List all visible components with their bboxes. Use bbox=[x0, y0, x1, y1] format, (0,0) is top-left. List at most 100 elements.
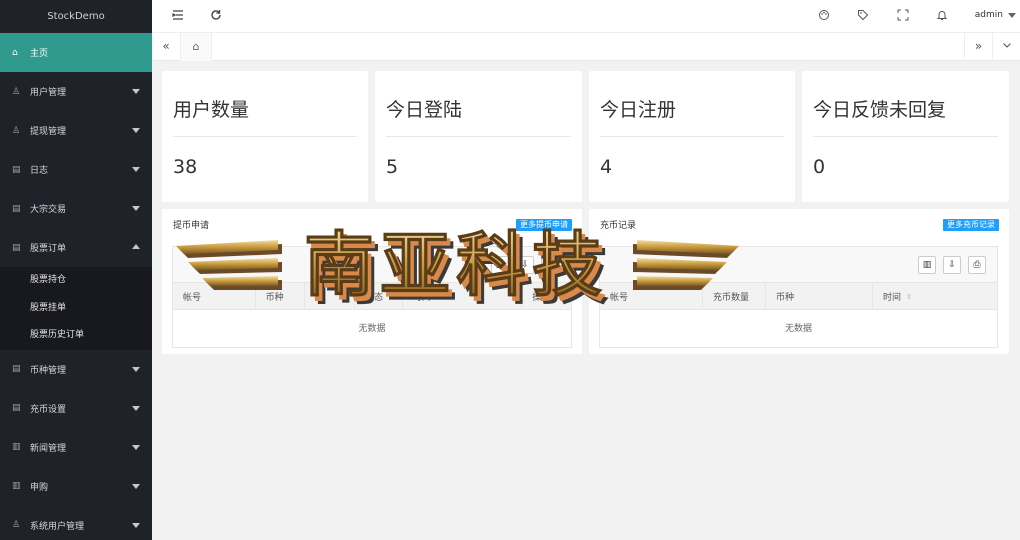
more-recharge-records-button[interactable]: 更多充币记录 bbox=[943, 219, 999, 231]
column-header[interactable]: 币种 bbox=[256, 283, 306, 310]
sidebar-subitem-stock-positions[interactable]: 股票持仓 bbox=[0, 267, 152, 295]
user-name: admin bbox=[974, 10, 1003, 20]
divider bbox=[600, 136, 784, 137]
refresh-icon[interactable] bbox=[210, 9, 222, 24]
sidebar-item-block-trade[interactable]: ▤ 大宗交易 bbox=[0, 189, 152, 228]
column-header-label: 时间 bbox=[883, 293, 902, 303]
divider bbox=[386, 136, 571, 137]
stat-value: 4 bbox=[600, 156, 613, 178]
sidebar-item-log[interactable]: ▤ 日志 bbox=[0, 150, 152, 189]
doc-icon: ▤ bbox=[12, 203, 21, 214]
print-icon[interactable]: ⎙ bbox=[968, 256, 986, 274]
stat-card-users: 用户数量 38 bbox=[162, 71, 368, 202]
sidebar-item-label: 股票订单 bbox=[30, 244, 67, 254]
user-icon: ♙ bbox=[12, 520, 21, 530]
sidebar-item-label: 币种管理 bbox=[30, 365, 67, 376]
app-logo[interactable]: StockDemo bbox=[0, 0, 152, 33]
chevron-down-icon bbox=[132, 444, 140, 450]
more-withdraw-requests-button[interactable]: 更多提币申请 bbox=[516, 219, 572, 231]
column-header[interactable]: 操作 bbox=[522, 283, 571, 310]
theme-palette-icon[interactable] bbox=[818, 9, 830, 24]
doc-icon: ▤ bbox=[12, 242, 21, 253]
column-header[interactable]: 币种 bbox=[766, 283, 873, 310]
sidebar-subitem-stock-history[interactable]: 股票历史订单 bbox=[0, 322, 152, 350]
home-icon: ⌂ bbox=[192, 40, 200, 53]
tabs-scroll-left-icon[interactable]: « bbox=[152, 33, 180, 61]
sidebar-item-news-management[interactable]: ▥ 新闻管理 bbox=[0, 428, 152, 467]
panel-title: 提币申请 bbox=[173, 221, 210, 231]
fullscreen-icon[interactable] bbox=[897, 9, 909, 24]
user-menu[interactable]: admin bbox=[975, 10, 1016, 20]
empty-state: 无数据 bbox=[358, 324, 386, 334]
table-toolbar: ▥ ⇩ ⎙ bbox=[600, 247, 997, 283]
tabs-scroll-right-icon[interactable]: » bbox=[964, 33, 992, 61]
tab-home[interactable]: ⌂ bbox=[180, 33, 212, 61]
chevron-down-icon bbox=[132, 405, 140, 411]
sidebar-item-label: 提现管理 bbox=[30, 127, 67, 137]
column-header[interactable]: 提 bbox=[305, 283, 356, 310]
sidebar-item-home[interactable]: ⌂ 主页 bbox=[0, 33, 152, 72]
withdraw-requests-panel: 提币申请 更多提币申请 ▥ ⇩ ⎙ 帐号 币种 提 状态 时间 操作 无数据 bbox=[162, 209, 582, 354]
chevron-down-icon bbox=[132, 483, 140, 489]
table-toolbar: ▥ ⇩ ⎙ bbox=[173, 247, 571, 283]
tab-bar: « ⌂ » bbox=[152, 33, 1020, 61]
bell-icon[interactable] bbox=[936, 9, 948, 24]
column-header[interactable]: 帐号 bbox=[600, 283, 703, 310]
column-header[interactable]: 充币数量 bbox=[703, 283, 766, 310]
doc-icon: ▤ bbox=[12, 164, 21, 175]
sidebar-item-withdraw-management[interactable]: ♙ 提现管理 bbox=[0, 111, 152, 150]
sidebar-item-stock-orders[interactable]: ▤ 股票订单 bbox=[0, 228, 152, 267]
columns-icon[interactable]: ▥ bbox=[491, 256, 509, 274]
sidebar-item-label: 大宗交易 bbox=[30, 205, 67, 215]
sidebar-item-currency-management[interactable]: ▤ 币种管理 bbox=[0, 350, 152, 389]
sort-icon[interactable]: ⇳ bbox=[906, 293, 912, 301]
home-icon: ⌂ bbox=[12, 47, 18, 58]
tabs-menu-chevron-down-icon[interactable] bbox=[992, 33, 1020, 61]
doc-icon: ▤ bbox=[12, 364, 21, 374]
sidebar-item-label: 用户管理 bbox=[30, 88, 67, 98]
export-icon[interactable]: ⇩ bbox=[943, 256, 961, 274]
sidebar-item-label: 日志 bbox=[30, 166, 49, 176]
stat-title: 用户数量 bbox=[173, 99, 250, 121]
stat-value: 38 bbox=[173, 156, 198, 178]
stock-orders-submenu: 股票持仓 股票挂单 股票历史订单 bbox=[0, 267, 152, 350]
stat-card-unreplied-feedback: 今日反馈未回复 0 bbox=[802, 71, 1009, 202]
chevron-down-icon bbox=[1008, 12, 1016, 18]
export-icon[interactable]: ⇩ bbox=[516, 256, 534, 274]
sidebar: StockDemo ⌂ 主页 ♙ 用户管理 ♙ 提现管理 ▤ 日志 ▤ 大宗交易… bbox=[0, 0, 152, 540]
sidebar-item-label: 新闻管理 bbox=[30, 443, 67, 454]
sidebar-subitem-stock-pending[interactable]: 股票挂单 bbox=[0, 295, 152, 323]
sidebar-item-system-users[interactable]: ♙ 系统用户管理 bbox=[0, 506, 152, 540]
sidebar-item-user-management[interactable]: ♙ 用户管理 bbox=[0, 72, 152, 111]
panel-title: 充币记录 bbox=[600, 221, 637, 231]
columns-icon[interactable]: ▥ bbox=[918, 256, 936, 274]
chevron-up-icon bbox=[132, 244, 140, 249]
chevron-down-icon bbox=[132, 167, 140, 172]
sidebar-item-label: 充币设置 bbox=[30, 404, 67, 415]
stat-title: 今日反馈未回复 bbox=[813, 99, 947, 121]
chevron-down-icon bbox=[132, 366, 140, 372]
column-header[interactable]: 状态 bbox=[355, 283, 403, 310]
print-icon[interactable]: ⎙ bbox=[541, 256, 559, 274]
doc-icon: ▤ bbox=[12, 403, 21, 413]
table-header: 帐号 充币数量 币种 时间 ⇳ bbox=[600, 283, 997, 310]
stat-card-today-registrations: 今日注册 4 bbox=[589, 71, 795, 202]
user-icon: ♙ bbox=[12, 125, 21, 136]
column-header[interactable]: 时间 bbox=[403, 283, 523, 310]
user-icon: ♙ bbox=[12, 86, 21, 97]
column-header-time[interactable]: 时间 ⇳ bbox=[873, 283, 997, 310]
stat-title: 今日注册 bbox=[600, 99, 677, 121]
chevron-down-icon bbox=[132, 522, 140, 528]
menu-collapse-icon[interactable] bbox=[172, 9, 184, 24]
sidebar-item-label: 主页 bbox=[30, 49, 49, 59]
divider bbox=[173, 136, 357, 137]
empty-state: 无数据 bbox=[784, 324, 812, 334]
news-icon: ▥ bbox=[12, 481, 21, 491]
sidebar-item-label: 申购 bbox=[30, 482, 49, 493]
stat-card-today-logins: 今日登陆 5 bbox=[375, 71, 582, 202]
tag-icon[interactable] bbox=[857, 9, 869, 24]
chevron-down-icon bbox=[132, 128, 140, 133]
column-header[interactable]: 帐号 bbox=[173, 283, 256, 310]
sidebar-item-subscription[interactable]: ▥ 申购 bbox=[0, 467, 152, 506]
sidebar-item-recharge-settings[interactable]: ▤ 充币设置 bbox=[0, 389, 152, 428]
